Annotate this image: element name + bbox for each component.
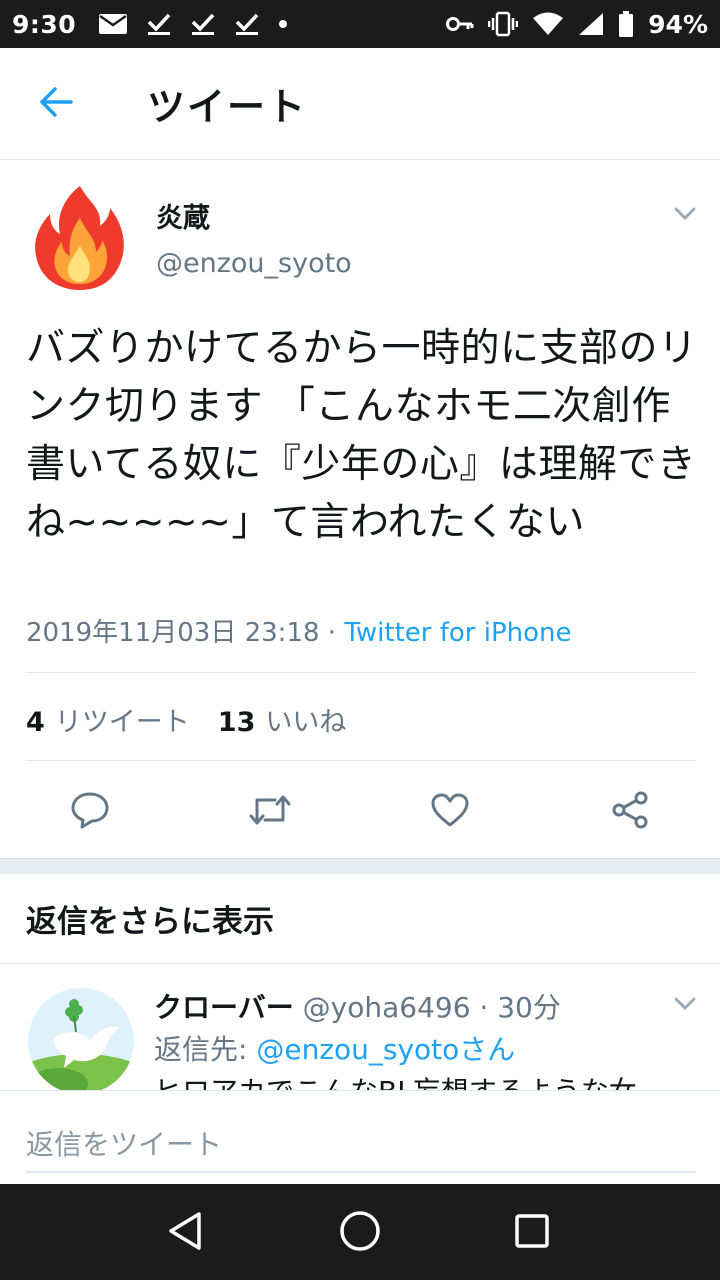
compose-bar: [0, 1090, 720, 1184]
display-name[interactable]: 炎蔵: [156, 196, 210, 235]
divider: [26, 672, 696, 673]
status-time: 9:30: [12, 9, 77, 39]
system-nav-bar: [0, 1184, 720, 1280]
nav-recents-button[interactable]: [507, 1208, 557, 1258]
user-handle[interactable]: @enzou_syoto: [156, 248, 352, 279]
retweet-label: リツイート: [54, 707, 190, 738]
square-recents-icon: [513, 1212, 551, 1254]
reply-more-options-button[interactable]: [670, 990, 700, 1020]
show-more-replies-button[interactable]: 返信をさらに表示: [0, 874, 720, 964]
more-options-button[interactable]: [670, 200, 700, 230]
share-icon: [610, 790, 650, 834]
tweet-meta: 2019年11月03日 23:18 · Twitter for iPhone: [26, 612, 572, 649]
reply-separator: ·: [470, 991, 498, 1024]
retweet-button[interactable]: [248, 790, 292, 834]
tweet-stats: 4 リツイート 13 いいね: [26, 700, 346, 739]
retweet-count: 4: [26, 707, 45, 738]
app-bar: ツイート: [0, 48, 720, 160]
section-separator: [0, 858, 720, 874]
reply-header: クローバー @yoha6496 · 30分: [154, 986, 561, 1026]
reply-avatar[interactable]: [28, 988, 134, 1090]
key-icon: [446, 15, 474, 33]
check-icon: [234, 12, 260, 36]
battery-icon: [618, 11, 634, 37]
signal-icon: [578, 12, 604, 36]
divider: [26, 760, 696, 761]
nav-home-button[interactable]: [335, 1208, 385, 1258]
dove-clover-icon: [28, 988, 134, 1090]
reply-text: ヒロアカでこんなBL妄想するような女: [154, 1070, 637, 1090]
triangle-back-icon: [165, 1210, 205, 1256]
back-button[interactable]: [0, 48, 112, 160]
battery-percent: 94%: [648, 9, 708, 39]
fire-icon: [35, 186, 124, 290]
reply-icon: [70, 791, 110, 833]
retweet-icon: [247, 792, 293, 832]
reply-to-mention[interactable]: @enzou_syotoさん: [256, 1033, 515, 1066]
timestamp: 2019年11月03日 23:18: [26, 618, 320, 648]
wifi-icon: [532, 12, 564, 36]
reply-to-line: 返信先: @enzou_syotoさん: [154, 1028, 515, 1068]
dot-icon: [278, 19, 288, 29]
check-icon: [190, 12, 216, 36]
meta-separator: ·: [319, 618, 345, 648]
vibrate-icon: [488, 11, 519, 37]
check-icon: [146, 12, 172, 36]
nav-back-button[interactable]: [160, 1208, 210, 1258]
like-stat[interactable]: 13 いいね: [218, 700, 347, 739]
reply-time: 30分: [497, 991, 561, 1024]
reply-input[interactable]: [26, 1117, 696, 1173]
like-count: 13: [217, 707, 256, 738]
like-label: いいね: [265, 707, 347, 738]
chevron-down-icon: [674, 206, 696, 225]
heart-icon: [430, 792, 470, 832]
page-title: ツイート: [147, 85, 308, 129]
chevron-down-icon: [674, 996, 696, 1015]
mail-icon: [98, 12, 128, 36]
arrow-left-icon: [38, 86, 74, 122]
tweet-actions: [0, 778, 720, 844]
reply-to-prefix: 返信先:: [154, 1033, 257, 1066]
tweet-text: バズりかけてるから一時的に支部のリンク切ります 「こんなホモ二次創作書いてる奴に…: [26, 326, 698, 545]
share-button[interactable]: [608, 790, 652, 834]
source-link[interactable]: Twitter for iPhone: [344, 618, 571, 648]
avatar[interactable]: [30, 182, 130, 294]
reply-display-name[interactable]: クローバー: [154, 991, 294, 1024]
circle-home-icon: [338, 1209, 382, 1257]
status-bar: 9:30 94%: [0, 0, 720, 48]
reply-tweet[interactable]: クローバー @yoha6496 · 30分 返信先: @enzou_syotoさ…: [0, 964, 720, 1090]
retweet-stat[interactable]: 4 リツイート: [26, 700, 190, 739]
reply-button[interactable]: [68, 790, 112, 834]
reply-handle[interactable]: @yoha6496: [303, 991, 471, 1024]
like-button[interactable]: [428, 790, 472, 834]
